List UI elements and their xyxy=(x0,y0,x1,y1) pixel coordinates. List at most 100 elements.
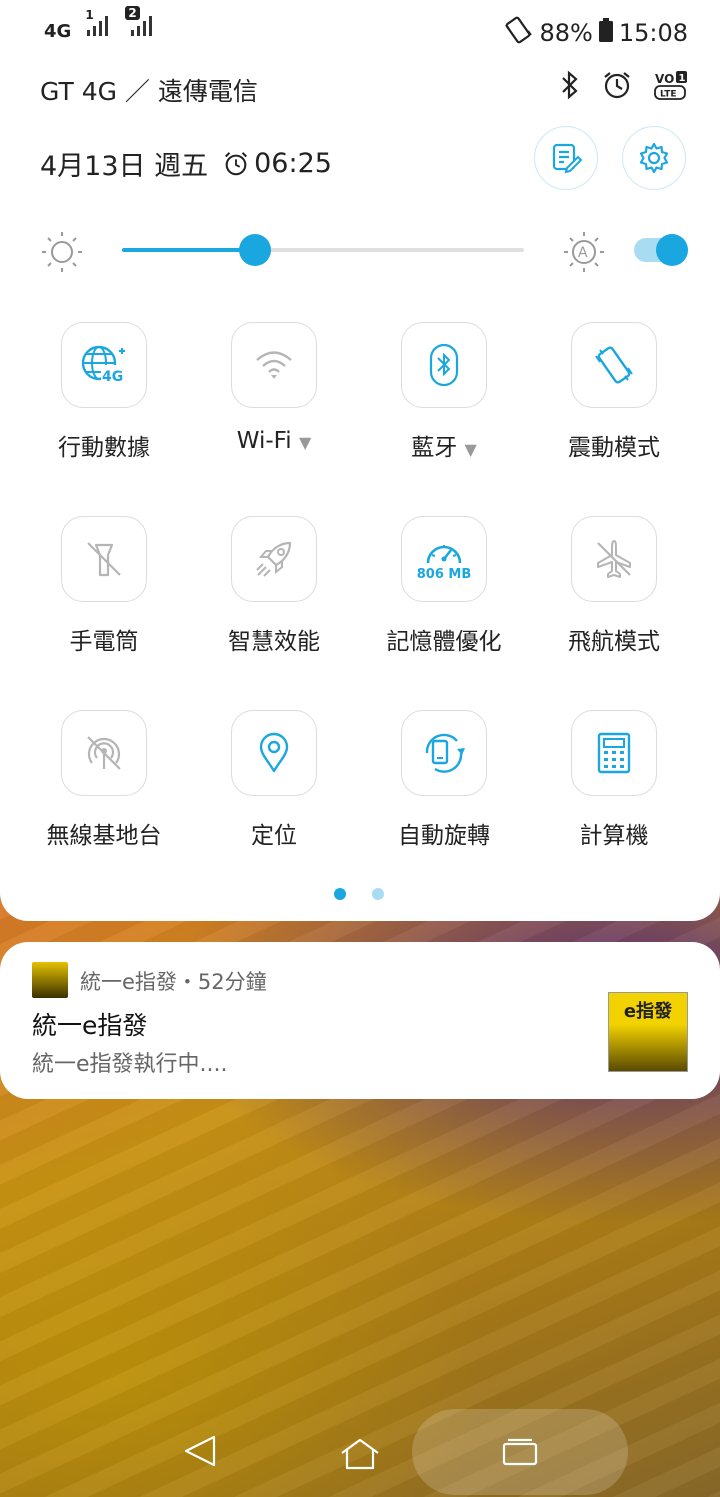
notification-app-line: 統一e指發・52分鐘 xyxy=(80,970,267,994)
carrier-label: GT 4G ／ 遠傳電信 xyxy=(40,77,258,106)
auto-rotate-icon xyxy=(425,733,465,773)
mobile-data-icon: 4G xyxy=(81,345,125,385)
calculator-icon xyxy=(597,732,631,774)
navigation-bar xyxy=(0,1405,720,1497)
airplane-off-icon xyxy=(597,540,631,578)
gear-icon xyxy=(639,142,669,174)
battery-icon xyxy=(598,18,613,48)
notification-text: 統一e指發執行中.... xyxy=(32,1052,228,1077)
bluetooth-dropdown-icon[interactable]: ▼ xyxy=(465,440,477,459)
tile-label: 自動旋轉 xyxy=(398,823,490,849)
brightness-row: A xyxy=(0,226,720,276)
tile-label: 智慧效能 xyxy=(228,629,320,655)
svg-text:4G: 4G xyxy=(102,369,123,385)
tile-vibrate[interactable]: 震動模式 xyxy=(529,322,699,482)
vibrate-status-icon xyxy=(503,16,533,50)
svg-text:1: 1 xyxy=(679,73,686,84)
tile-memory-button[interactable]: 806 MB xyxy=(401,516,487,602)
tile-mobile-data-button[interactable]: 4G xyxy=(61,322,147,408)
wifi-dropdown-icon[interactable]: ▼ xyxy=(299,433,311,452)
tile-label: 定位 xyxy=(251,823,297,849)
sim2-label: 2 xyxy=(125,6,140,20)
tile-wifi-button[interactable] xyxy=(231,322,317,408)
alarm-time: 06:25 xyxy=(254,148,332,179)
date-row: 4月13日 週五 06:25 xyxy=(40,144,332,183)
tile-bluetooth[interactable]: 藍牙 ▼ xyxy=(359,322,529,482)
header-status-icons: VO 1 LTE xyxy=(560,70,688,104)
tile-airplane-button[interactable] xyxy=(571,516,657,602)
tile-label: 無線基地台 xyxy=(46,823,162,849)
auto-brightness-icon: A xyxy=(562,230,606,278)
memory-value: 806 MB xyxy=(416,566,472,582)
bluetooth-label: 藍牙 xyxy=(411,435,458,461)
tile-auto-rotate[interactable]: 自動旋轉 xyxy=(359,710,529,870)
back-button[interactable] xyxy=(182,1433,218,1473)
tile-smart-performance-button[interactable] xyxy=(231,516,317,602)
sim2-signal-icon: 2 xyxy=(125,6,155,42)
page-indicator xyxy=(334,888,384,900)
alarm-icon xyxy=(225,151,248,175)
auto-brightness-toggle[interactable] xyxy=(634,234,688,266)
system-indicators: 88% 15:08 xyxy=(503,16,688,50)
sim1-label: 1 xyxy=(85,8,94,22)
clock: 15:08 xyxy=(618,19,688,47)
network-type: 4G xyxy=(44,21,72,42)
tile-hotspot[interactable]: 無線基地台 xyxy=(19,710,189,870)
page-dot[interactable] xyxy=(372,888,384,900)
back-icon xyxy=(184,1435,216,1467)
rocket-icon xyxy=(256,541,292,577)
tile-airplane[interactable]: 飛航模式 xyxy=(529,516,699,676)
tile-flashlight[interactable]: 手電筒 xyxy=(19,516,189,676)
bluetooth-icon xyxy=(560,70,580,104)
tile-calculator-button[interactable] xyxy=(571,710,657,796)
tile-label: 記憶體優化 xyxy=(386,629,502,655)
notification-card[interactable]: 統一e指發・52分鐘 統一e指發 統一e指發執行中.... e指發 xyxy=(0,942,720,1099)
edit-note-icon xyxy=(552,143,583,174)
wifi-label: Wi-Fi xyxy=(236,428,292,454)
tile-mobile-data[interactable]: 4G 行動數據 xyxy=(19,322,189,482)
tile-flashlight-button[interactable] xyxy=(61,516,147,602)
vibrate-icon xyxy=(595,346,633,384)
volte-icon: VO 1 LTE xyxy=(654,70,688,104)
tile-label: 藍牙 ▼ xyxy=(359,428,529,462)
tile-label: 計算機 xyxy=(579,823,649,849)
tile-vibrate-button[interactable] xyxy=(571,322,657,408)
battery-percent: 88% xyxy=(539,19,593,47)
recent-apps-icon xyxy=(502,1438,538,1466)
tile-memory[interactable]: 806 MB 記憶體優化 xyxy=(359,516,529,676)
bluetooth-icon xyxy=(429,343,459,387)
alarm-clock-icon xyxy=(602,70,632,104)
memory-gauge-icon xyxy=(426,544,462,563)
tile-label: 飛航模式 xyxy=(568,629,660,655)
sim1-signal-icon: 1 xyxy=(85,8,111,42)
app-icon xyxy=(32,962,68,998)
svg-text:LTE: LTE xyxy=(660,90,677,100)
recent-apps-button[interactable] xyxy=(412,1409,628,1495)
next-alarm[interactable]: 06:25 xyxy=(222,148,332,179)
tile-wifi[interactable]: Wi-Fi ▼ xyxy=(189,322,359,482)
date-label: 4月13日 週五 xyxy=(40,151,209,182)
notification-title: 統一e指發 xyxy=(32,1011,148,1040)
brightness-slider[interactable] xyxy=(122,234,524,266)
tile-calculator[interactable]: 計算機 xyxy=(529,710,699,870)
brightness-thumb[interactable] xyxy=(238,234,271,266)
tile-bluetooth-button[interactable] xyxy=(401,322,487,408)
home-icon xyxy=(341,1438,379,1470)
quick-settings-panel: 4G 1 2 88% 15:08 GT 4G ／ 遠傳電信 VO 1 LTE 4… xyxy=(0,0,720,921)
tile-location-button[interactable] xyxy=(231,710,317,796)
tile-label: 震動模式 xyxy=(568,435,660,461)
tile-location[interactable]: 定位 xyxy=(189,710,359,870)
edit-tiles-button[interactable] xyxy=(534,126,598,190)
thumbnail-logo-text: e指發 xyxy=(623,1001,673,1022)
home-button[interactable] xyxy=(340,1437,380,1475)
tile-hotspot-button[interactable] xyxy=(61,710,147,796)
notification-thumbnail: e指發 xyxy=(608,992,688,1072)
status-bar: 4G 1 2 88% 15:08 xyxy=(0,6,720,50)
settings-button[interactable] xyxy=(622,126,686,190)
svg-text:A: A xyxy=(578,245,588,261)
svg-text:VO: VO xyxy=(655,72,674,86)
tile-smart-performance[interactable]: 智慧效能 xyxy=(189,516,359,676)
tile-label: 行動數據 xyxy=(58,435,150,461)
tile-auto-rotate-button[interactable] xyxy=(401,710,487,796)
page-dot-active[interactable] xyxy=(334,888,346,900)
